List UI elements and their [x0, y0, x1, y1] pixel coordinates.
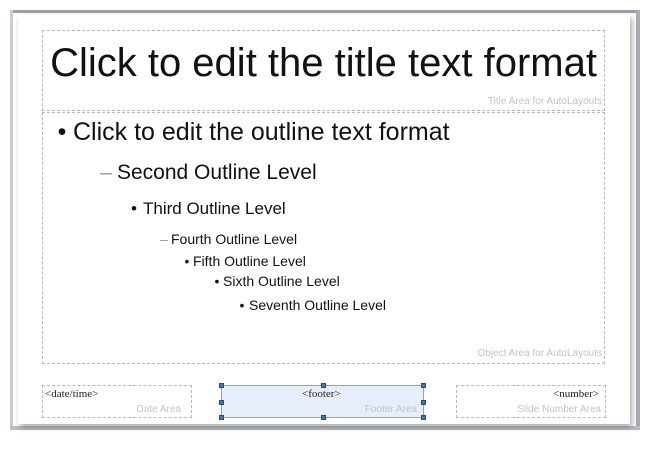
outline-level-2-text: Second Outline Level [117, 161, 317, 184]
outline-level-3: • Third Outline Level [125, 199, 286, 219]
resize-handle-left[interactable] [219, 400, 224, 405]
resize-handle-bottom[interactable] [321, 415, 326, 420]
date-area-caption: Date Area [136, 404, 181, 415]
footer-placeholder[interactable]: <footer> Footer Area [219, 383, 426, 420]
resize-handle-top[interactable] [321, 383, 326, 388]
outline-level-6-text: Sixth Outline Level [223, 273, 340, 289]
master-slide[interactable]: Click to edit the title text format Titl… [18, 15, 630, 424]
resize-handle-bottom-left[interactable] [219, 415, 224, 420]
outline-level-5-text: Fifth Outline Level [193, 253, 306, 269]
outline-level-5: • Fifth Outline Level [181, 253, 306, 269]
outline-level-4: – Fourth Outline Level [157, 231, 297, 247]
outline-level-7: • Seventh Outline Level [235, 297, 386, 313]
canvas-frame-right [636, 10, 640, 430]
resize-handle-right[interactable] [421, 400, 426, 405]
object-area-caption: Object Area for AutoLayouts [477, 348, 602, 359]
outline-level-7-text: Seventh Outline Level [249, 297, 386, 313]
dash-bullet-icon: – [160, 231, 168, 247]
bullet-icon: • [184, 253, 190, 269]
outline-level-2: – Second Outline Level [95, 161, 317, 185]
bullet-icon: • [131, 199, 137, 218]
title-area-caption: Title Area for AutoLayouts [487, 96, 602, 107]
bullet-icon: • [57, 118, 67, 146]
outline-level-1: • Click to edit the outline text format [51, 118, 450, 147]
editing-canvas: Click to edit the title text format Titl… [0, 0, 663, 451]
dash-bullet-icon: – [100, 161, 112, 184]
date-field: <date/time> [45, 388, 99, 400]
outline-level-4-text: Fourth Outline Level [171, 231, 298, 247]
slide-number-field: <number> [552, 388, 599, 400]
footer-area-caption: Footer Area [364, 404, 417, 415]
title-text: Click to edit the title text format [50, 41, 597, 85]
bullet-icon: • [214, 273, 220, 289]
canvas-frame-bottom [10, 426, 640, 430]
slide-number-placeholder[interactable]: <number> Slide Number Area [456, 385, 606, 418]
resize-handle-bottom-right[interactable] [421, 415, 426, 420]
outline-level-3-text: Third Outline Level [143, 199, 286, 218]
title-placeholder[interactable]: Click to edit the title text format Titl… [42, 30, 605, 111]
canvas-frame-top [10, 10, 640, 13]
footer-field: <footer> [302, 388, 341, 400]
canvas-frame-left [10, 10, 13, 430]
resize-handle-top-left[interactable] [219, 383, 224, 388]
date-placeholder[interactable]: <date/time> Date Area [42, 385, 192, 418]
slide-number-area-caption: Slide Number Area [517, 404, 601, 415]
bullet-icon: • [239, 297, 245, 313]
outline-level-6: • Sixth Outline Level [211, 273, 340, 289]
outline-level-1-text: Click to edit the outline text format [73, 118, 450, 146]
outline-placeholder[interactable]: • Click to edit the outline text format … [42, 112, 605, 364]
resize-handle-top-right[interactable] [421, 383, 426, 388]
